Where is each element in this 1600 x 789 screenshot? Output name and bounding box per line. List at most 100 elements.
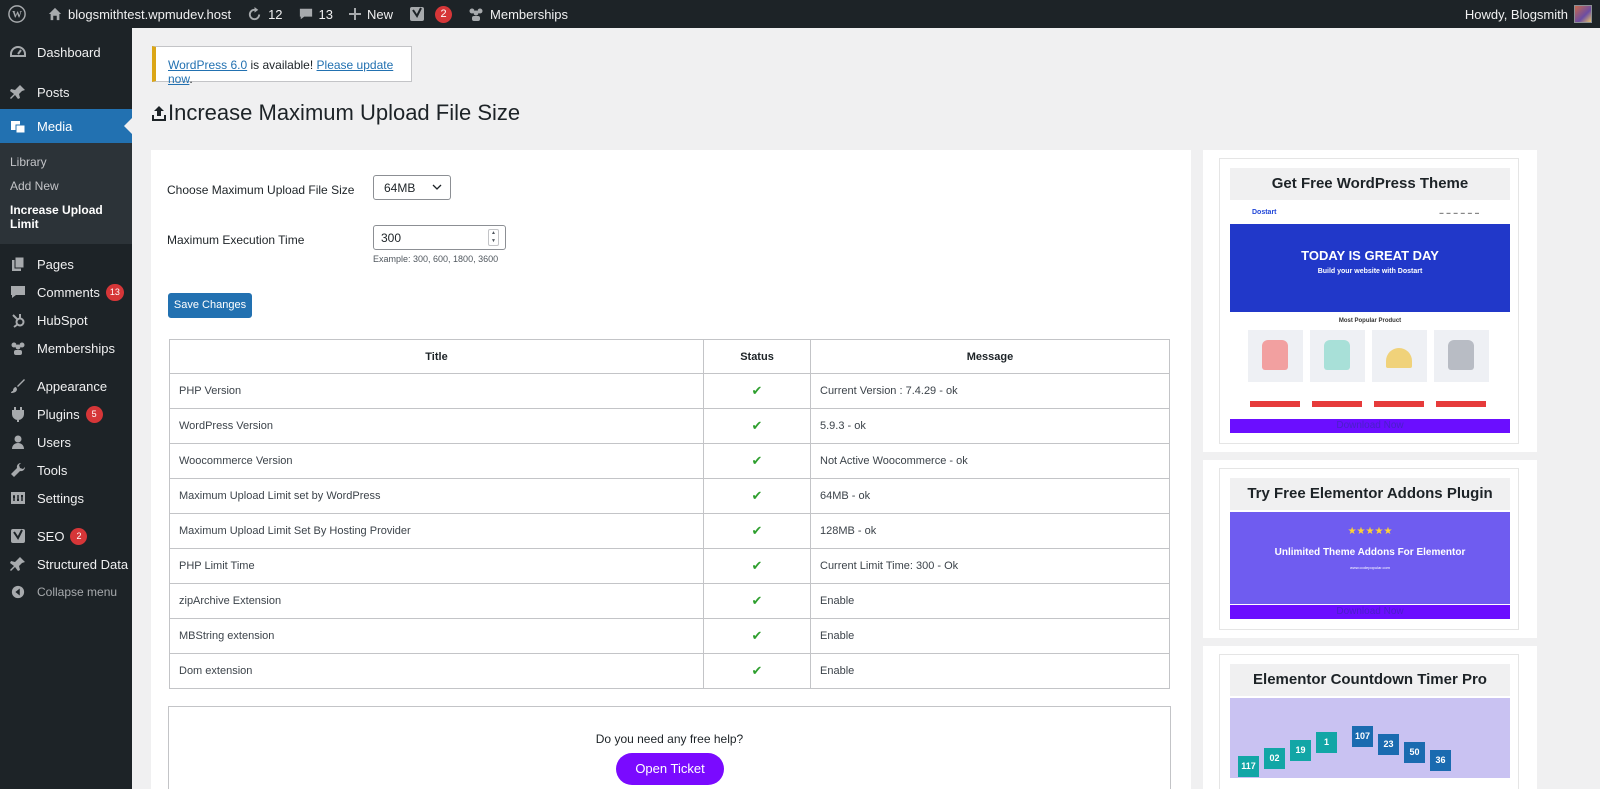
addons-preview-image[interactable]: ★★★★★ Unlimited Theme Addons For Element…	[1230, 512, 1510, 604]
seo-icon	[8, 526, 28, 546]
menu-settings[interactable]: Settings	[0, 484, 132, 512]
upload-size-value: 64MB	[384, 181, 416, 195]
notice-text: is available!	[247, 58, 317, 72]
menu-plugins[interactable]: Plugins 5	[0, 400, 132, 428]
comments-count-badge: 13	[105, 283, 124, 301]
wordpress-version-link[interactable]: WordPress 6.0	[168, 58, 247, 72]
row-title: Woocommerce Version	[169, 443, 704, 479]
table-row: Maximum Upload Limit set by WordPress ✔ 64…	[169, 478, 1170, 514]
preview-nav-links: ▬ ▬ ▬ ▬ ▬ ▬	[1439, 210, 1480, 215]
preview-nav: Dostart ▬ ▬ ▬ ▬ ▬ ▬	[1230, 202, 1510, 224]
menu-users[interactable]: Users	[0, 428, 132, 456]
page-title: Increase Maximum Upload File Size	[152, 100, 520, 126]
hubspot-icon	[8, 310, 28, 330]
countdown-tile: 19	[1290, 740, 1311, 761]
comments-count: 13	[318, 6, 333, 22]
countdown-tile: 02	[1264, 748, 1285, 769]
menu-seo[interactable]: SEO 2	[0, 522, 132, 550]
updates-link[interactable]: 12	[239, 0, 290, 28]
upload-size-select[interactable]: 64MB	[373, 175, 451, 200]
plus-icon	[349, 8, 361, 20]
new-label: New	[367, 6, 394, 22]
column-header-message: Message	[810, 339, 1170, 374]
upload-size-label: Choose Maximum Upload File Size	[167, 183, 355, 197]
ad-free-theme: Get Free WordPress Theme Dostart ▬ ▬ ▬ ▬…	[1203, 150, 1537, 452]
menu-pages[interactable]: Pages	[0, 250, 132, 278]
countdown-tile: 117	[1238, 756, 1259, 777]
site-name-link[interactable]: blogsmithtest.wpmudev.host	[40, 0, 239, 28]
product-cap-image	[1372, 330, 1427, 382]
row-message: 64MB - ok	[810, 478, 1170, 514]
svg-text:W: W	[12, 10, 22, 21]
menu-tools[interactable]: Tools	[0, 456, 132, 484]
check-icon: ✔	[703, 478, 811, 514]
settings-panel: Choose Maximum Upload File Size 64MB Max…	[151, 150, 1191, 789]
avatar	[1574, 5, 1592, 23]
theme-preview-image[interactable]: Dostart ▬ ▬ ▬ ▬ ▬ ▬ TODAY IS GREAT DAY B…	[1230, 202, 1510, 415]
row-title: PHP Version	[169, 373, 704, 409]
my-account[interactable]: Howdy, Blogsmith	[1465, 5, 1600, 23]
menu-label: Dashboard	[37, 44, 101, 60]
status-table: Title Status Message PHP Version ✔ Current…	[169, 339, 1170, 689]
product-jacket-image	[1434, 330, 1489, 382]
seo-menu[interactable]: 2	[401, 0, 460, 28]
table-row: PHP Version ✔ Current Version : 7.4.29 - o…	[169, 373, 1170, 409]
download-now-button[interactable]: Download Now	[1230, 419, 1510, 433]
menu-dashboard[interactable]: Dashboard	[0, 35, 132, 69]
admin-sidebar: Dashboard Posts Media Library Add New In…	[0, 28, 132, 789]
comments-link[interactable]: 13	[291, 0, 341, 28]
plugins-count-badge: 5	[85, 405, 103, 423]
check-icon: ✔	[703, 618, 811, 654]
submenu-library[interactable]: Library	[0, 150, 132, 174]
table-row: Dom extension ✔ Enable	[169, 653, 1170, 689]
download-now-button[interactable]: Download Now	[1230, 605, 1510, 619]
wordpress-logo-icon[interactable]: W	[0, 0, 40, 28]
execution-time-label: Maximum Execution Time	[167, 233, 305, 247]
countdown-tile: 36	[1430, 750, 1451, 771]
product-hoodie-image	[1248, 330, 1303, 382]
menu-comments[interactable]: Comments 13	[0, 278, 132, 306]
add-to-cart-bar	[1312, 401, 1362, 407]
memberships-link[interactable]: Memberships	[460, 0, 576, 28]
plugins-icon	[8, 404, 28, 424]
column-header-title: Title	[169, 339, 704, 374]
submenu-add-new[interactable]: Add New	[0, 174, 132, 198]
row-message: Enable	[810, 618, 1170, 654]
menu-label: SEO	[37, 528, 65, 544]
settings-icon	[8, 488, 28, 508]
pin-icon	[8, 554, 28, 574]
help-box: Do you need any free help? Open Ticket	[168, 706, 1171, 789]
number-spinner-icon[interactable]: ▲ ▼	[488, 229, 499, 246]
ad-heading: Elementor Countdown Timer Pro	[1230, 664, 1510, 696]
menu-label: Collapse menu	[37, 585, 118, 599]
check-icon: ✔	[703, 653, 811, 689]
menu-memberships[interactable]: Memberships	[0, 334, 132, 362]
menu-appearance[interactable]: Appearance	[0, 372, 132, 400]
menu-label: HubSpot	[37, 312, 88, 328]
appearance-icon	[8, 376, 28, 396]
menu-media[interactable]: Media	[0, 109, 132, 143]
open-ticket-button[interactable]: Open Ticket	[616, 753, 724, 785]
memberships-label: Memberships	[490, 6, 569, 22]
page-title-text: Increase Maximum Upload File Size	[168, 100, 521, 125]
execution-time-input[interactable]: 300 ▲ ▼	[373, 225, 506, 250]
menu-label: Comments	[37, 284, 100, 300]
menu-posts[interactable]: Posts	[0, 75, 132, 109]
help-question: Do you need any free help?	[595, 732, 744, 746]
menu-structured-data[interactable]: Structured Data	[0, 550, 132, 578]
table-row: MBString extension ✔ Enable	[169, 618, 1170, 654]
home-icon	[48, 7, 62, 21]
menu-hubspot[interactable]: HubSpot	[0, 306, 132, 334]
save-changes-button[interactable]: Save Changes	[168, 293, 252, 318]
row-message: 128MB - ok	[810, 513, 1170, 549]
countdown-tile: 50	[1404, 742, 1425, 763]
new-content-link[interactable]: New	[341, 0, 401, 28]
row-message: 5.9.3 - ok	[810, 408, 1170, 444]
countdown-tile: 107	[1352, 726, 1373, 747]
countdown-preview-image[interactable]: 117 02 19 1 107 23 50 36	[1230, 698, 1510, 778]
add-to-cart-bar	[1250, 401, 1300, 407]
check-icon: ✔	[703, 513, 811, 549]
check-icon: ✔	[703, 548, 811, 584]
submenu-increase-upload-limit[interactable]: Increase Upload Limit	[0, 198, 132, 236]
collapse-menu-button[interactable]: Collapse menu	[0, 578, 132, 606]
